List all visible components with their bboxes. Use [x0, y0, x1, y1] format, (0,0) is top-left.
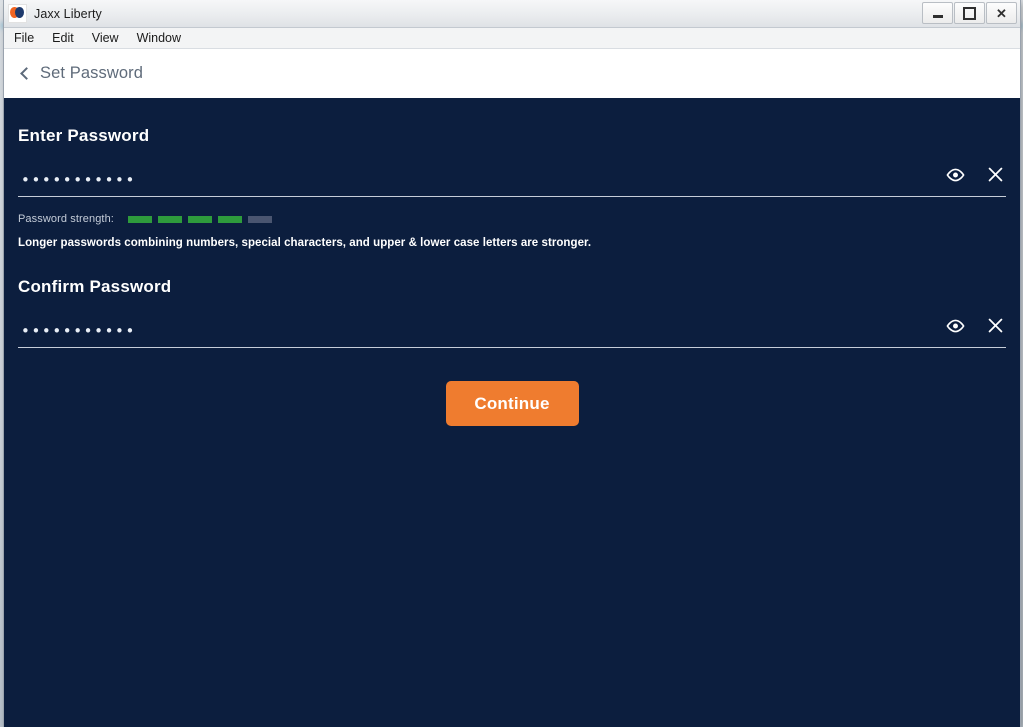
- password-field-actions: [946, 166, 1004, 183]
- password-field-row[interactable]: •••••••••••: [18, 167, 1006, 197]
- continue-button-wrap: Continue: [18, 381, 1006, 426]
- menu-bar: File Edit View Window: [4, 28, 1020, 49]
- jaxx-liberty-logo-icon: [8, 4, 27, 23]
- maximize-icon: [963, 6, 976, 20]
- page-title: Set Password: [40, 64, 143, 82]
- maximize-button[interactable]: [954, 2, 985, 24]
- page-header: Set Password: [4, 49, 1020, 98]
- password-input[interactable]: •••••••••••: [21, 170, 136, 190]
- menu-item-window[interactable]: Window: [137, 32, 181, 45]
- window-title: Jaxx Liberty: [34, 6, 102, 21]
- eye-icon[interactable]: [946, 168, 965, 182]
- password-strength-label: Password strength:: [18, 213, 114, 225]
- title-bar: Jaxx Liberty ✕: [4, 0, 1020, 28]
- strength-segment: [157, 215, 182, 223]
- password-strength-meter: Password strength:: [18, 213, 1006, 225]
- close-icon[interactable]: [987, 317, 1004, 334]
- password-strength-bars: [127, 215, 272, 223]
- eye-icon[interactable]: [946, 319, 965, 333]
- strength-segment: [187, 215, 212, 223]
- menu-item-file[interactable]: File: [14, 32, 34, 45]
- enter-password-title: Enter Password: [18, 126, 150, 145]
- menu-item-view[interactable]: View: [92, 32, 119, 45]
- close-button[interactable]: ✕: [986, 2, 1017, 24]
- chevron-left-icon[interactable]: [18, 67, 31, 80]
- minimize-button[interactable]: [922, 2, 953, 24]
- set-password-panel: Enter Password ••••••••••• Password stre…: [4, 98, 1020, 727]
- continue-button[interactable]: Continue: [445, 381, 579, 426]
- close-icon[interactable]: [987, 166, 1004, 183]
- window-controls: ✕: [922, 2, 1017, 24]
- jaxx-liberty-window: Jaxx Liberty ✕ File Edit View Window Set…: [4, 0, 1020, 727]
- strength-segment: [247, 215, 272, 223]
- strength-segment: [217, 215, 242, 223]
- password-hint-text: Longer passwords combining numbers, spec…: [18, 237, 592, 249]
- confirm-password-field-actions: [946, 317, 1004, 334]
- strength-segment: [127, 215, 152, 223]
- minimize-icon: [932, 14, 943, 18]
- menu-item-edit[interactable]: Edit: [52, 32, 74, 45]
- confirm-password-field-row[interactable]: •••••••••••: [18, 318, 1006, 348]
- confirm-password-title: Confirm Password: [18, 277, 172, 296]
- confirm-password-input[interactable]: •••••••••••: [21, 321, 136, 341]
- close-icon: ✕: [996, 5, 1007, 21]
